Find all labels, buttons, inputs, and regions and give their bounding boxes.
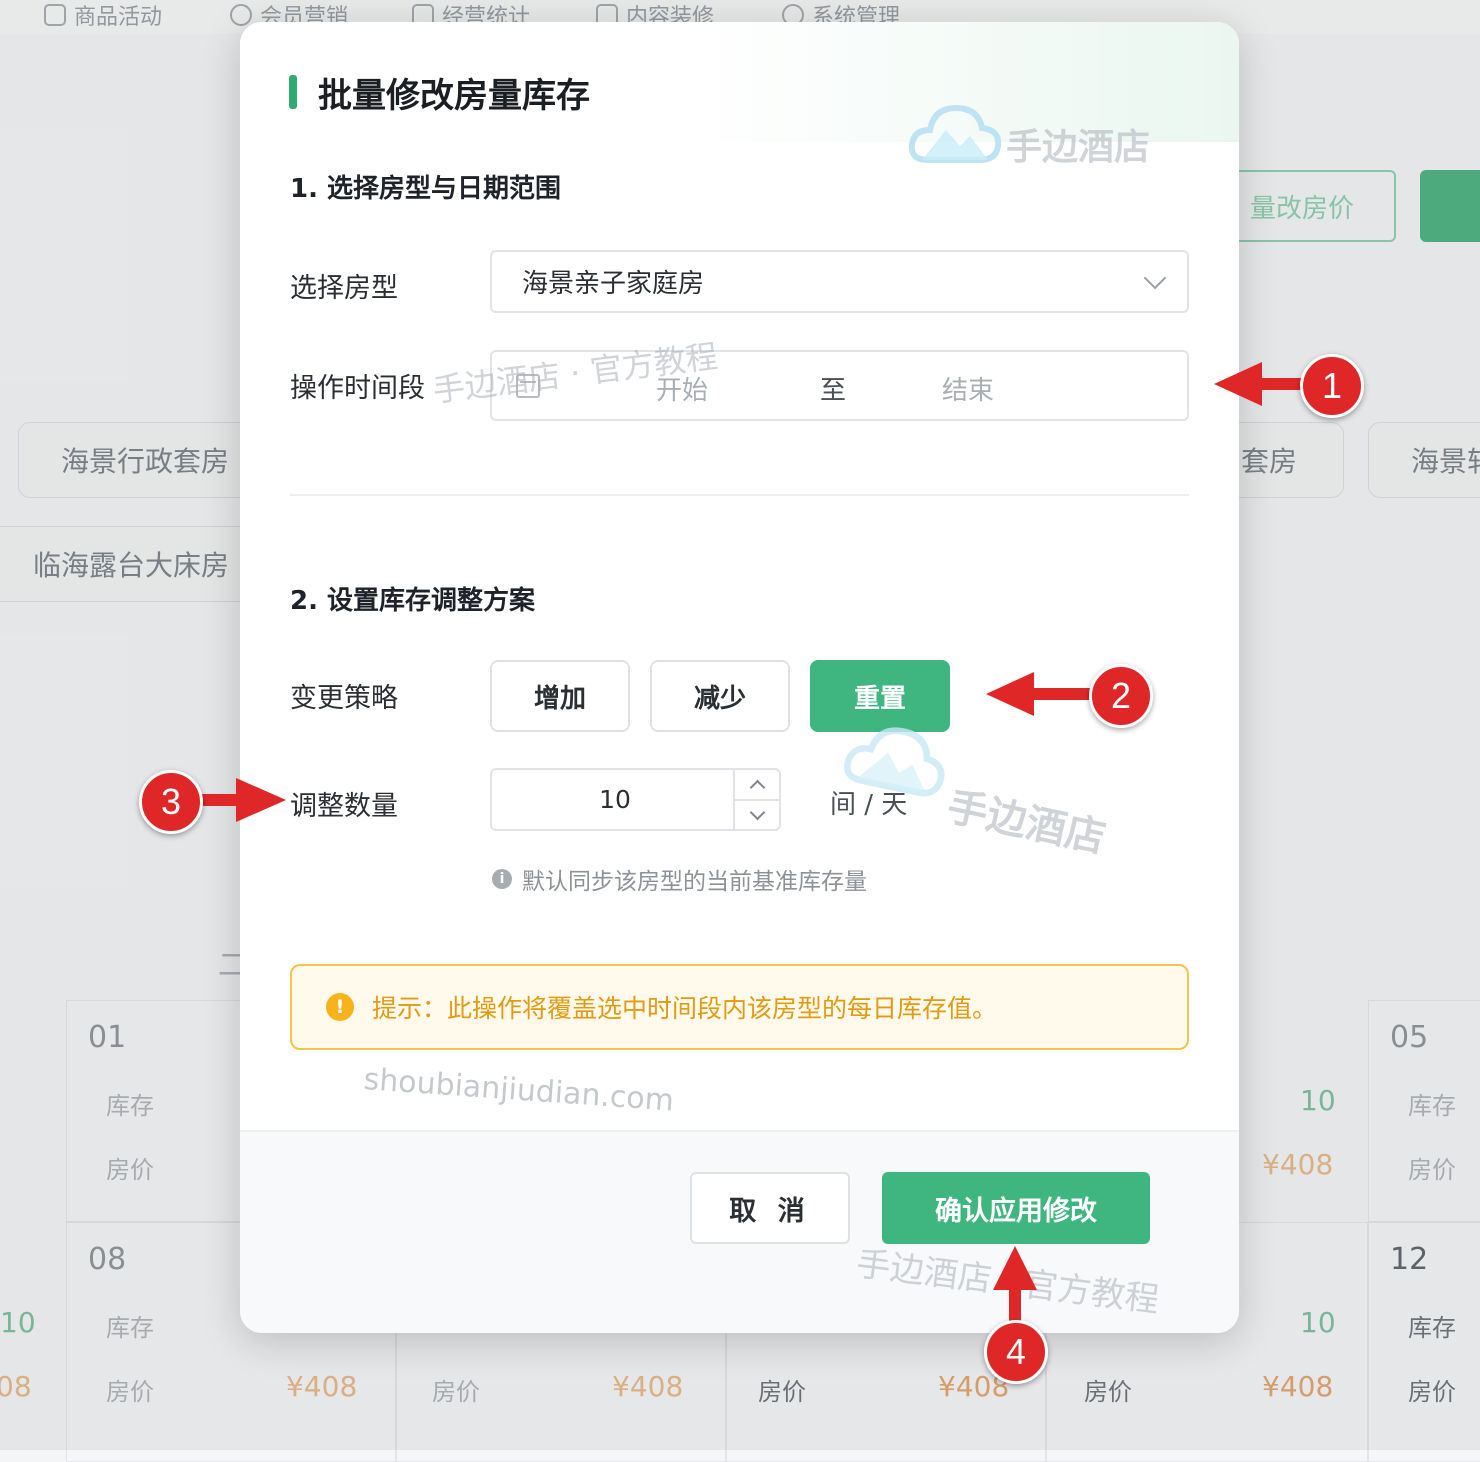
- annotation-badge-4: 4: [984, 1320, 1048, 1384]
- arrow-4-shaft: [1009, 1290, 1021, 1324]
- arrow-4-head: [993, 1246, 1037, 1290]
- arrow-3-head: [236, 778, 286, 822]
- arrow-2-shaft: [1034, 688, 1094, 700]
- annotation-badge-2: 2: [1089, 664, 1153, 728]
- annotation-badge-3: 3: [139, 770, 203, 834]
- annotation-badge-1: 1: [1300, 354, 1364, 418]
- arrow-1-head: [1214, 362, 1262, 406]
- arrow-2-head: [986, 672, 1034, 716]
- arrow-1-shaft: [1262, 378, 1304, 390]
- annotation-arrows: [196, 362, 1304, 1324]
